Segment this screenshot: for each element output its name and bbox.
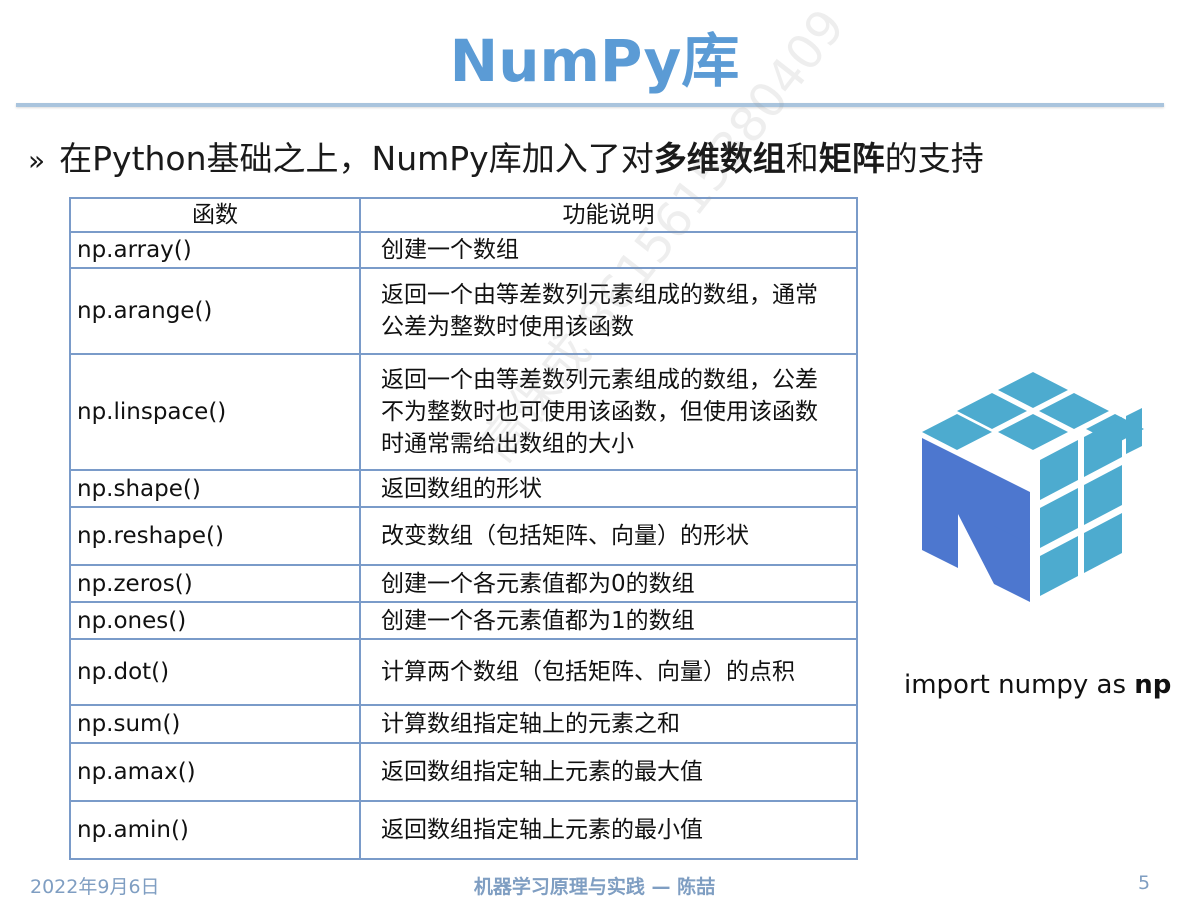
row-description: 返回数组的形状 (359, 469, 858, 508)
row-function: np.array() (69, 231, 361, 269)
header-function: 函数 (69, 197, 361, 233)
row-description: 改变数组（包括矩阵、向量）的形状 (359, 506, 858, 566)
bullet-suffix: 的支持 (884, 139, 984, 178)
row-function: np.amin() (69, 800, 361, 860)
table-row: np.zeros() 创建一个各元素值都为0的数组 (69, 564, 858, 603)
row-function: np.linspace() (69, 353, 361, 471)
header-description: 功能说明 (359, 197, 858, 233)
row-description: 返回一个由等差数列元素组成的数组，公差不为整数时也可使用该函数，但使用该函数时通… (359, 353, 858, 471)
row-description: 返回数组指定轴上元素的最大值 (359, 742, 858, 802)
bullet-bold-matrix: 矩阵 (818, 139, 885, 178)
numpy-logo-icon (922, 372, 1144, 602)
table-row: np.amax() 返回数组指定轴上元素的最大值 (69, 742, 858, 802)
import-prefix: import numpy as (904, 670, 1135, 700)
row-function: np.dot() (69, 638, 361, 706)
footer-course-title: 机器学习原理与实践 — 陈喆 (473, 876, 716, 898)
table-row: np.arange() 返回一个由等差数列元素组成的数组，通常公差为整数时使用该… (69, 267, 858, 355)
table-row: np.sum() 计算数组指定轴上的元素之和 (69, 704, 858, 744)
table-row: np.linspace() 返回一个由等差数列元素组成的数组，公差不为整数时也可… (69, 353, 858, 471)
function-table: 函数 功能说明 np.array() 创建一个数组 np.arange() 返回… (69, 197, 858, 860)
row-description: 计算数组指定轴上的元素之和 (359, 704, 858, 744)
import-statement: import numpy as np (904, 670, 1171, 700)
table-header-row: 函数 功能说明 (69, 197, 858, 233)
page-number: 5 (1138, 872, 1151, 894)
import-alias: np (1134, 670, 1172, 700)
row-description: 创建一个数组 (359, 231, 858, 269)
row-function: np.amax() (69, 742, 361, 802)
table-row: np.shape() 返回数组的形状 (69, 469, 858, 508)
row-description: 计算两个数组（包括矩阵、向量）的点积 (359, 638, 858, 706)
row-function: np.ones() (69, 601, 361, 640)
row-description: 返回数组指定轴上元素的最小值 (359, 800, 858, 860)
table-row: np.amin() 返回数组指定轴上元素的最小值 (69, 800, 858, 860)
slide: NumPy库 » 在Python基础之上，NumPy库加入了对多维数组和矩阵的支持… (0, 0, 1189, 899)
row-function: np.shape() (69, 469, 361, 508)
row-function: np.zeros() (69, 564, 361, 603)
table-row: np.ones() 创建一个各元素值都为1的数组 (69, 601, 858, 640)
table-row: np.reshape() 改变数组（包括矩阵、向量）的形状 (69, 506, 858, 566)
table-row: np.dot() 计算两个数组（包括矩阵、向量）的点积 (69, 638, 858, 706)
row-function: np.reshape() (69, 506, 361, 566)
row-description: 返回一个由等差数列元素组成的数组，通常公差为整数时使用该函数 (359, 267, 858, 355)
bullet-prefix: 在Python基础之上，NumPy库加入了对 (59, 139, 654, 178)
bullet-bold-multidim: 多维数组 (653, 139, 786, 178)
row-function: np.arange() (69, 267, 361, 355)
bullet-point: » 在Python基础之上，NumPy库加入了对多维数组和矩阵的支持 (28, 132, 984, 180)
row-description: 创建一个各元素值都为0的数组 (359, 564, 858, 603)
title-divider (16, 103, 1164, 107)
row-function: np.sum() (69, 704, 361, 744)
table-row: np.array() 创建一个数组 (69, 231, 858, 269)
bullet-marker: » (28, 144, 46, 177)
row-description: 创建一个各元素值都为1的数组 (359, 601, 858, 640)
slide-title: NumPy库 (449, 27, 740, 95)
bullet-mid: 和 (785, 139, 819, 178)
